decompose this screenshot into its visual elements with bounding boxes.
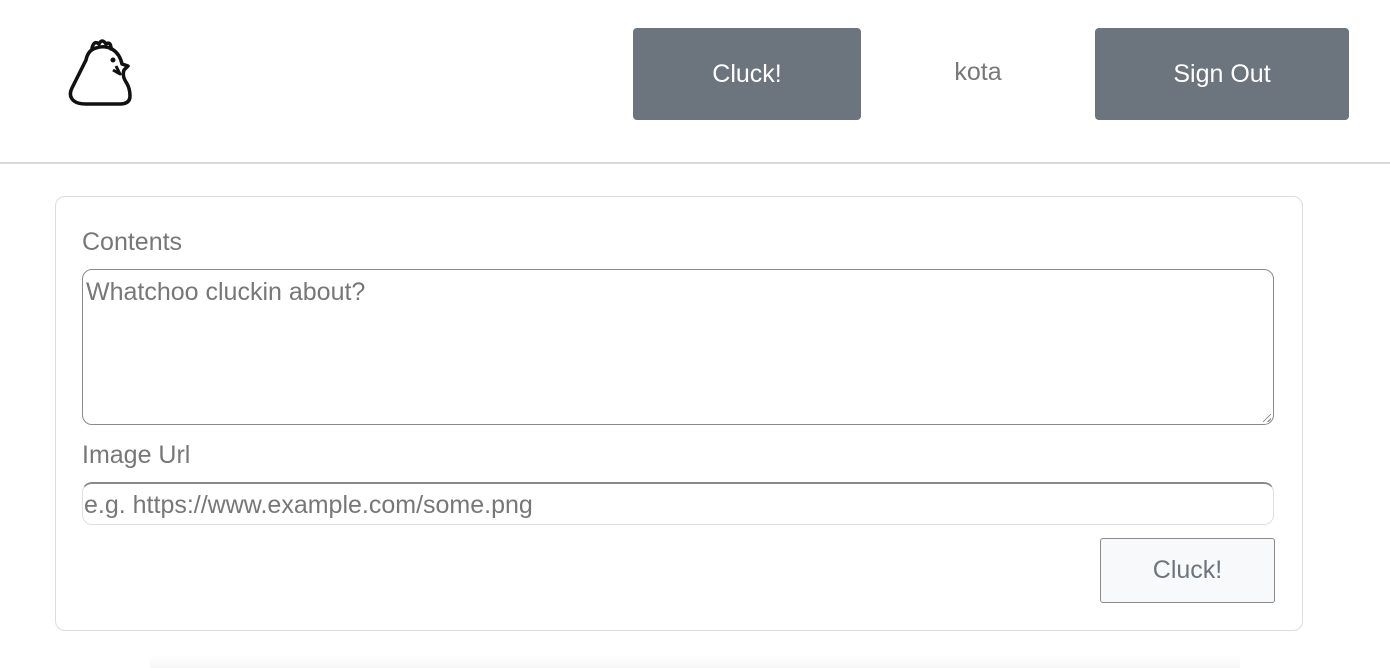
sign-out-button[interactable]: Sign Out [1095,28,1349,120]
submit-cluck-button[interactable]: Cluck! [1100,538,1275,603]
username-label: kota [954,58,1002,86]
image-url-placeholder: e.g. https://www.example.com/some.png [84,491,533,519]
contents-textarea[interactable]: Whatchoo cluckin about? [82,269,1274,425]
contents-label: Contents [82,228,183,256]
contents-placeholder: Whatchoo cluckin about? [86,278,366,306]
chicken-icon[interactable] [66,36,136,108]
image-url-input[interactable]: e.g. https://www.example.com/some.png [82,482,1274,525]
next-card-edge [150,655,1240,668]
header: Cluck! kota Sign Out [0,0,1390,164]
cluck-nav-button[interactable]: Cluck! [633,28,861,120]
resize-handle[interactable] [1263,414,1271,422]
image-url-label: Image Url [82,441,191,469]
